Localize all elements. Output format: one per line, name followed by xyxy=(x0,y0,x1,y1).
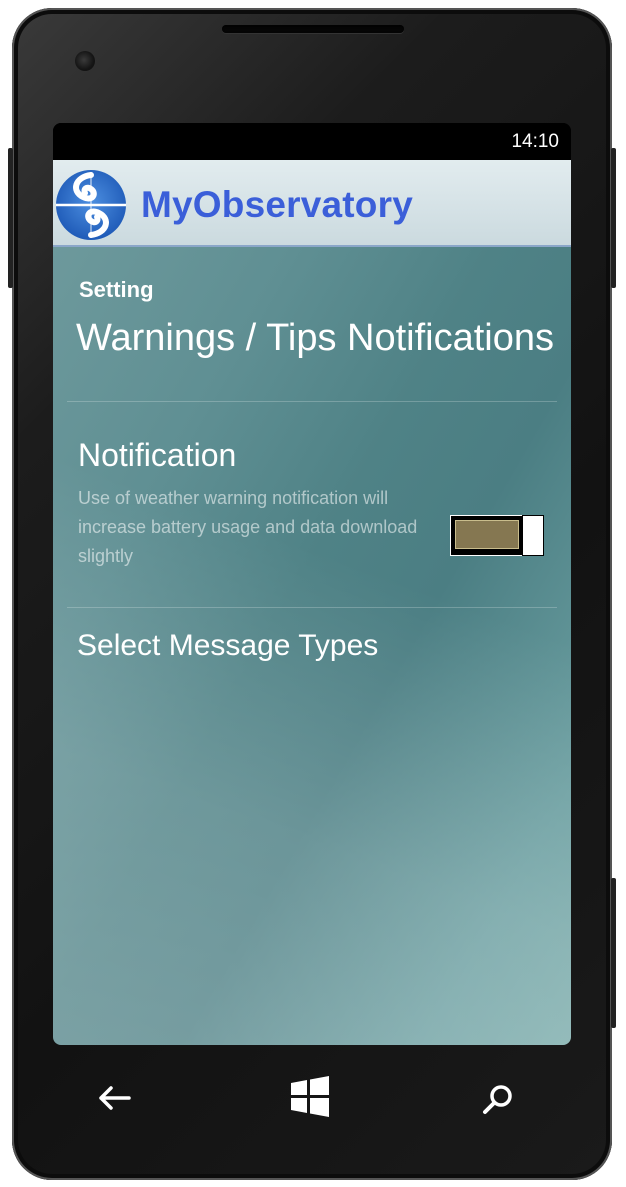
search-icon[interactable] xyxy=(481,1082,515,1116)
phone-frame: 14:10 MyObservatory Setting Warnings / T… xyxy=(8,8,616,1180)
windows-logo-icon[interactable] xyxy=(289,1076,331,1118)
divider xyxy=(67,401,557,402)
page-title: Warnings / Tips Notifications xyxy=(76,317,554,359)
front-camera xyxy=(75,51,95,71)
notification-toggle[interactable] xyxy=(450,515,544,556)
toggle-fill xyxy=(455,520,519,549)
back-arrow-icon[interactable] xyxy=(98,1084,132,1112)
select-message-types-link[interactable]: Select Message Types xyxy=(77,629,378,663)
divider xyxy=(67,607,557,608)
camera-button xyxy=(611,878,616,1028)
volume-button xyxy=(8,148,13,288)
status-bar: 14:10 xyxy=(53,123,571,160)
section-label: Setting xyxy=(79,277,154,302)
earpiece-speaker xyxy=(222,25,404,33)
notification-setting-title: Notification xyxy=(78,437,237,473)
app-header: MyObservatory xyxy=(53,160,571,247)
notification-setting-description: Use of weather warning notification will… xyxy=(78,488,418,566)
screen: 14:10 MyObservatory Setting Warnings / T… xyxy=(53,123,571,1045)
status-clock: 14:10 xyxy=(511,131,559,152)
settings-content: Setting Warnings / Tips Notifications No… xyxy=(53,247,571,1045)
power-button xyxy=(611,148,616,288)
app-title: MyObservatory xyxy=(141,184,413,225)
observatory-logo-icon xyxy=(56,170,126,240)
toggle-thumb[interactable] xyxy=(522,515,544,556)
